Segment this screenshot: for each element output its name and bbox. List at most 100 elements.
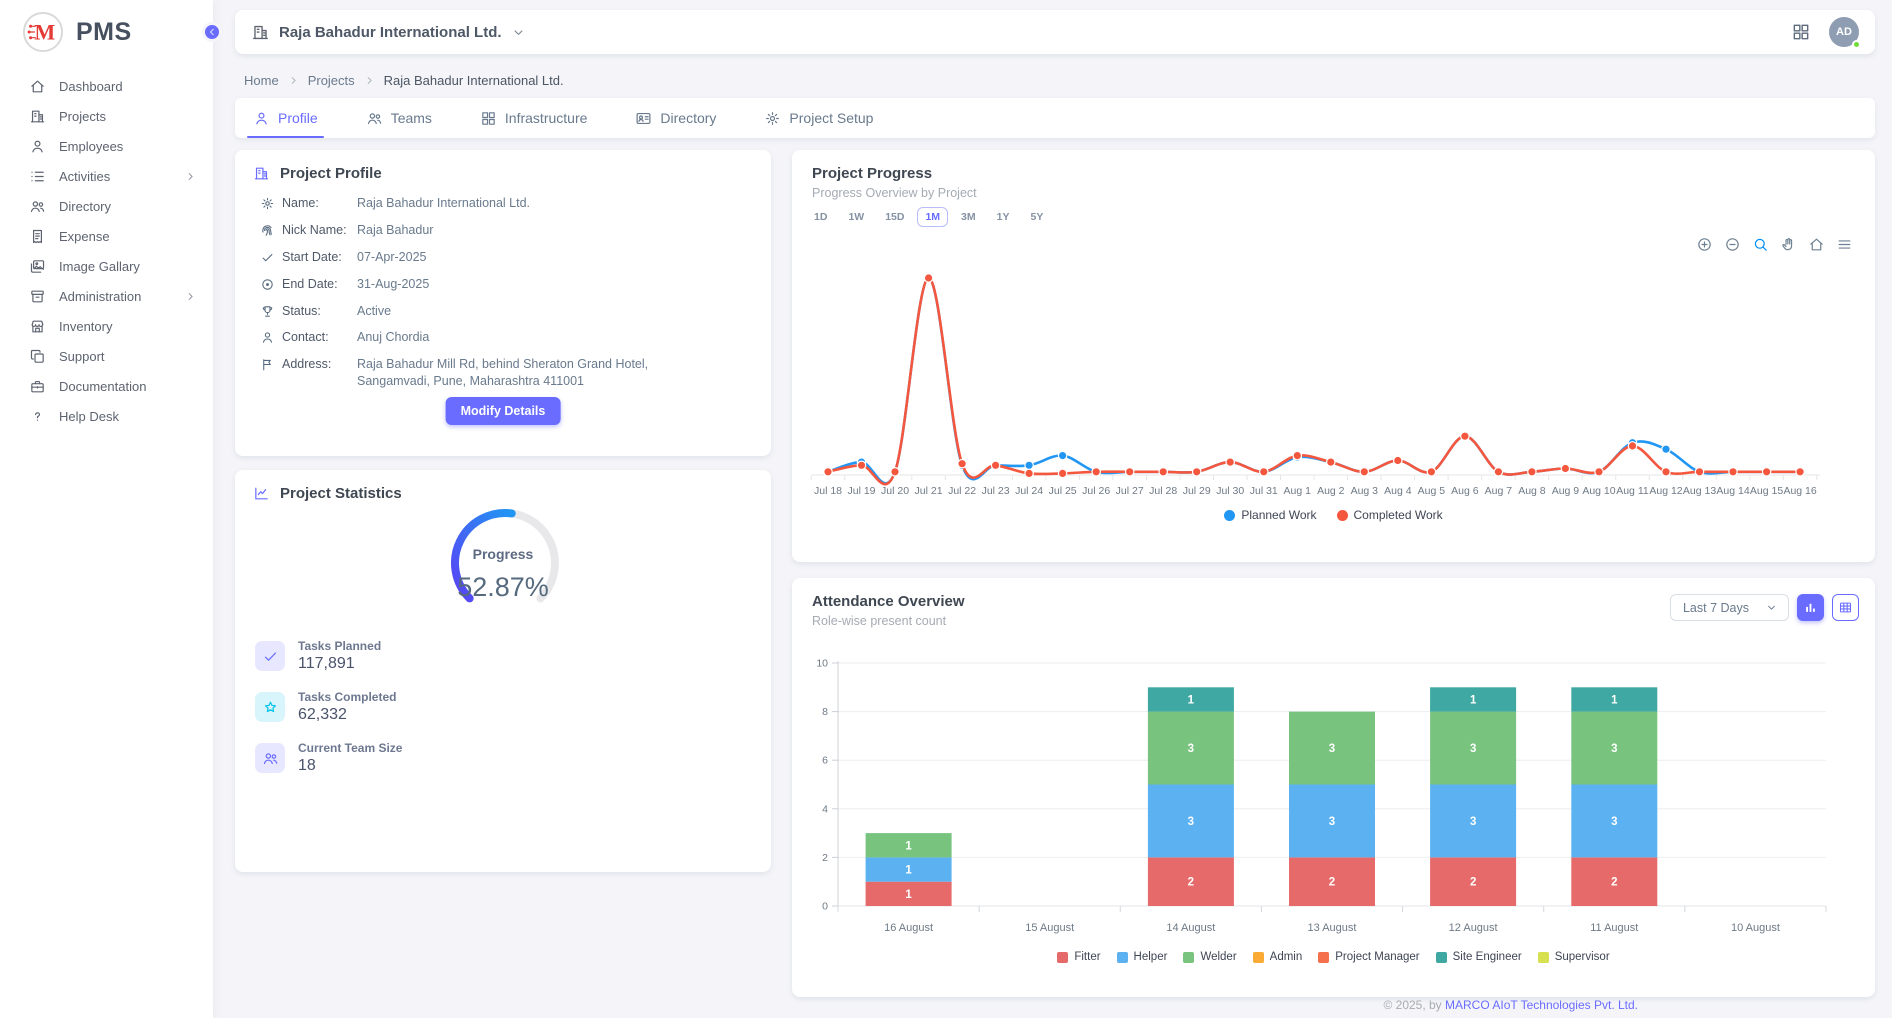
sidebar-item-administration[interactable]: Administration [0,281,213,311]
sidebar-item-label: Directory [59,199,111,214]
sidebar-item-label: Inventory [59,319,112,334]
svg-text:Aug 3: Aug 3 [1351,485,1379,497]
table-view-button[interactable] [1832,594,1859,621]
svg-text:Jul 22: Jul 22 [948,485,976,497]
sidebar-item-directory[interactable]: Directory [0,191,213,221]
tab-label: Project Setup [789,110,873,126]
field-value: Raja Bahadur [357,222,697,239]
sidebar-collapse-button[interactable] [202,22,222,42]
company-link[interactable]: MARCO AIoT Technologies Pvt. Ltd. [1445,998,1638,1012]
tab-infrastructure[interactable]: Infrastructure [474,98,593,138]
sidebar-item-documentation[interactable]: Documentation [0,371,213,401]
people-icon [366,110,383,127]
legend-completed-work[interactable]: Completed Work [1337,508,1443,522]
stat-tasks-planned: Tasks Planned117,891 [255,639,402,673]
sidebar-item-image-gallary[interactable]: Image Gallary [0,251,213,281]
svg-text:Jul 18: Jul 18 [814,485,842,497]
grid-icon [480,110,497,127]
project-progress-chart[interactable]: Jul 18Jul 19Jul 20Jul 21Jul 22Jul 23Jul … [792,250,1875,508]
legend-welder[interactable]: Welder [1183,951,1236,963]
company-selector[interactable]: Raja Bahadur International Ltd. [251,23,526,42]
tab-project-setup[interactable]: Project Setup [758,98,879,138]
svg-text:11 August: 11 August [1590,922,1638,934]
field-label: End Date: [282,276,357,293]
legend-project-manager[interactable]: Project Manager [1318,951,1419,963]
sidebar-item-employees[interactable]: Employees [0,131,213,161]
svg-text:3: 3 [1611,816,1617,828]
breadcrumb-item-projects[interactable]: Projects [308,73,355,88]
stat-icon-box [255,641,285,671]
sidebar-item-activities[interactable]: Activities [0,161,213,191]
legend-fitter[interactable]: Fitter [1057,951,1100,963]
range-button-1m[interactable]: 1M [917,207,948,227]
sidebar-item-label: Expense [59,229,110,244]
range-button-3m[interactable]: 3M [953,207,984,227]
field-value: Anuj Chordia [357,329,697,346]
range-button-1d[interactable]: 1D [806,207,835,227]
legend-planned-work[interactable]: Planned Work [1224,508,1316,522]
tab-directory[interactable]: Directory [629,98,722,138]
range-button-15d[interactable]: 15D [877,207,912,227]
tab-profile[interactable]: Profile [247,98,324,138]
grid-icon [1791,22,1811,42]
legend-label: Admin [1270,951,1303,963]
logo-icon: M [22,11,64,53]
fingerprint-icon [260,223,275,238]
sidebar-item-label: Projects [59,109,106,124]
sidebar-item-label: Activities [59,169,110,184]
project-progress-card: Project Progress Progress Overview by Pr… [792,150,1875,562]
bar-view-button[interactable] [1797,594,1824,621]
stat-label: Tasks Completed [298,690,396,704]
attendance-bar-chart[interactable]: 024681011116 August15 August233114 Augus… [792,634,1875,944]
svg-text:Jul 26: Jul 26 [1082,485,1110,497]
breadcrumb-item-home[interactable]: Home [244,73,279,88]
legend-label: Project Manager [1335,951,1419,963]
legend-supervisor[interactable]: Supervisor [1538,951,1610,963]
stat-tasks-completed: Tasks Completed62,332 [255,690,402,724]
sidebar-item-help-desk[interactable]: Help Desk [0,401,213,431]
profile-field-status: Status:Active [260,303,753,320]
date-range-select[interactable]: Last 7 Days [1670,594,1789,621]
legend-site-engineer[interactable]: Site Engineer [1436,951,1522,963]
sidebar-item-projects[interactable]: Projects [0,101,213,131]
svg-text:Jul 30: Jul 30 [1216,485,1244,497]
help-icon [29,408,46,425]
modify-details-button[interactable]: Modify Details [446,397,561,425]
legend-label: Supervisor [1555,951,1610,963]
range-button-5y[interactable]: 5Y [1022,207,1051,227]
sidebar-item-expense[interactable]: Expense [0,221,213,251]
building-icon [253,165,270,182]
svg-text:1: 1 [905,840,912,852]
legend-helper[interactable]: Helper [1117,951,1168,963]
person-icon [29,138,46,155]
sidebar-item-support[interactable]: Support [0,341,213,371]
tab-teams[interactable]: Teams [360,98,438,138]
svg-text:13 August: 13 August [1308,922,1357,934]
avatar[interactable]: AD [1829,17,1859,47]
stat-icon-box [255,692,285,722]
sidebar-item-dashboard[interactable]: Dashboard [0,71,213,101]
card-title: Project Statistics [235,470,771,502]
legend-label: Welder [1200,951,1236,963]
list-icon [29,168,46,185]
person-icon [260,330,275,345]
field-label: Status: [282,303,357,320]
svg-text:Aug 10: Aug 10 [1582,485,1615,497]
sidebar-item-inventory[interactable]: Inventory [0,311,213,341]
svg-text:Jul 19: Jul 19 [848,485,876,497]
svg-text:Jul 21: Jul 21 [915,485,943,497]
range-button-1y[interactable]: 1Y [989,207,1018,227]
gauge-label: Progress [235,546,771,562]
range-button-1w[interactable]: 1W [840,207,872,227]
field-value: Raja Bahadur Mill Rd, behind Sheraton Gr… [357,356,697,390]
field-label: Nick Name: [282,222,357,239]
apps-grid-button[interactable] [1791,22,1811,42]
svg-text:1: 1 [1188,694,1195,706]
legend-admin[interactable]: Admin [1253,951,1303,963]
trophy-icon [260,304,275,319]
project-profile-card: Project Profile Name:Raja Bahadur Intern… [235,150,771,456]
legend-label: Completed Work [1354,508,1443,522]
sidebar-nav: Dashboard Projects Employees Activities Dire… [0,65,213,431]
svg-text:Aug 7: Aug 7 [1485,485,1513,497]
building-icon [29,108,46,125]
